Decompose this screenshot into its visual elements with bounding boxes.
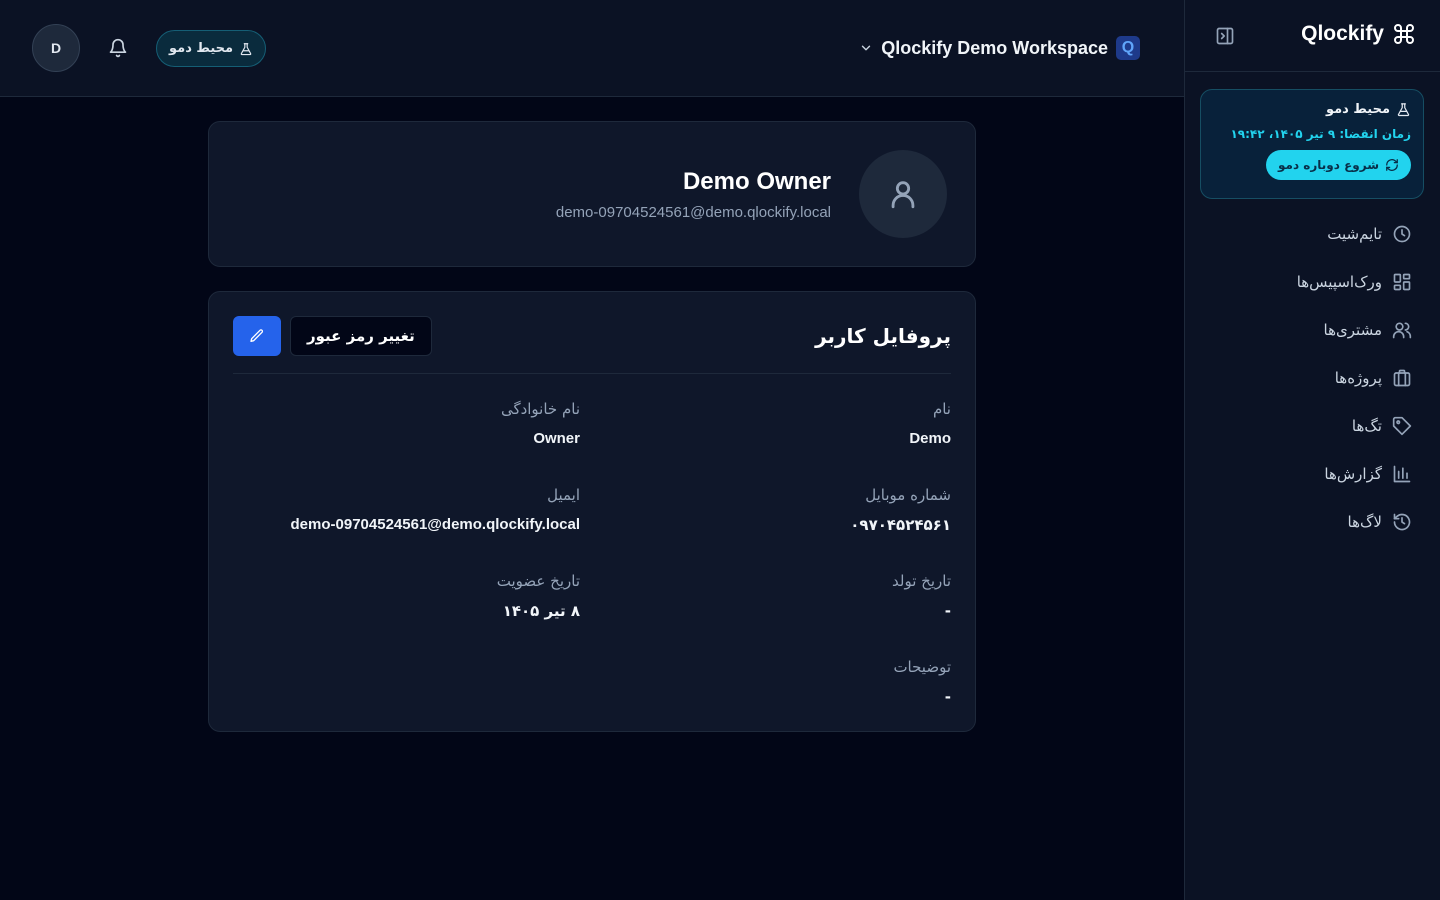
avatar[interactable]: D (32, 24, 80, 72)
users-icon (1392, 320, 1412, 340)
clock-icon (1392, 224, 1412, 244)
field-label: توضیحات (893, 658, 951, 676)
user-summary-card: Demo Owner demo-09704524561@demo.qlockif… (208, 121, 976, 267)
demo-environment-card: محیط دمو زمان انقضا: ۹ تیر ۱۴۰۵، ۱۹:۴۲ ش… (1200, 89, 1424, 199)
user-name: Demo Owner (682, 168, 831, 195)
workspace-switcher[interactable]: Qlockify Demo Workspace Q (859, 36, 1140, 60)
user-email: demo-09704524561@demo.qlockify.local (555, 204, 831, 221)
field-notes: توضیحات - (611, 658, 951, 706)
bar-chart-icon (1392, 464, 1412, 484)
field-value: Owner (533, 430, 580, 447)
demo-pill-label: محیط دمو (169, 41, 234, 56)
field-label: شماره موبایل (865, 486, 951, 504)
user-avatar (859, 150, 947, 238)
restart-demo-button[interactable]: شروع دوباره دمو (1265, 150, 1411, 180)
field-last-name: نام خانوادگی Owner (240, 400, 580, 447)
edit-profile-button[interactable] (233, 316, 281, 356)
bell-icon[interactable] (108, 38, 128, 58)
sidebar-item-label: پروژه‌ها (1334, 369, 1382, 387)
field-first-name: نام Demo (611, 400, 951, 447)
chevron-down-icon (859, 41, 873, 55)
divider (233, 373, 951, 374)
pencil-icon (249, 328, 265, 344)
change-password-button[interactable]: تغییر رمز عبور (290, 316, 432, 356)
sidebar: Qlockify محیط دمو زمان انقضا: ۹ تیر ۱۴۰۵… (1184, 0, 1440, 900)
grid-icon (1392, 272, 1412, 292)
sidebar-item-tags[interactable]: تگ‌ها (1184, 402, 1440, 450)
sidebar-item-label: تایم‌شیت (1327, 225, 1382, 243)
sidebar-item-label: لاگ‌ها (1347, 513, 1382, 531)
brand-name: Qlockify (1301, 22, 1384, 45)
demo-card-title: محیط دمو (1213, 102, 1411, 117)
page-title: پروفایل کاربر (815, 324, 951, 348)
sidebar-collapse-icon[interactable] (1215, 26, 1235, 46)
field-value: - (944, 688, 951, 706)
field-label: نام خانوادگی (500, 400, 580, 418)
sidebar-item-label: گزارش‌ها (1324, 465, 1382, 483)
field-join-date: تاریخ عضویت ۸ تیر ۱۴۰۵ (240, 572, 580, 620)
flask-icon (1396, 102, 1411, 117)
field-email: ایمیل demo-09704524561@demo.qlockify.loc… (240, 486, 580, 533)
field-value: - (944, 602, 951, 620)
sidebar-item-timesheet[interactable]: تایم‌شیت (1184, 210, 1440, 258)
sidebar-item-reports[interactable]: گزارش‌ها (1184, 450, 1440, 498)
user-icon (886, 177, 920, 211)
field-value: demo-09704524561@demo.qlockify.local (290, 516, 580, 533)
demo-expiry-text: زمان انقضا: ۹ تیر ۱۴۰۵، ۱۹:۴۲ (1230, 127, 1411, 141)
sidebar-item-label: ورک‌اسپیس‌ها (1296, 273, 1382, 291)
field-label: تاریخ عضویت (496, 572, 580, 590)
user-profile-card: پروفایل کاربر تغییر رمز عبور نام Demo نا… (208, 291, 976, 732)
command-icon (1392, 22, 1416, 46)
sidebar-item-workspaces[interactable]: ورک‌اسپیس‌ها (1184, 258, 1440, 306)
restart-demo-label: شروع دوباره دمو (1277, 158, 1379, 172)
top-header: D محیط دمو Qlockify Demo Workspace Q (0, 0, 1184, 97)
sidebar-item-label: مشتری‌ها (1323, 321, 1382, 339)
sidebar-item-clients[interactable]: مشتری‌ها (1184, 306, 1440, 354)
field-label: تاریخ تولد (892, 572, 951, 590)
briefcase-icon (1392, 368, 1412, 388)
tag-icon (1392, 416, 1412, 436)
workspace-name: Qlockify Demo Workspace (881, 37, 1108, 58)
workspace-badge: Q (1116, 36, 1140, 60)
demo-card-title-text: محیط دمو (1325, 102, 1390, 117)
field-birthdate: تاریخ تولد - (611, 572, 951, 620)
refresh-icon (1385, 158, 1399, 172)
sidebar-nav: تایم‌شیت ورک‌اسپیس‌ها مشتری‌ها پروژه‌ها … (1184, 210, 1440, 546)
brand-logo[interactable]: Qlockify (1301, 22, 1416, 46)
field-value: ۰۹۷۰۴۵۲۴۵۶۱ (850, 516, 951, 534)
sidebar-item-projects[interactable]: پروژه‌ها (1184, 354, 1440, 402)
field-mobile: شماره موبایل ۰۹۷۰۴۵۲۴۵۶۱ (611, 486, 951, 534)
field-value: Demo (909, 430, 951, 447)
flask-icon (239, 42, 253, 56)
sidebar-item-logs[interactable]: لاگ‌ها (1184, 498, 1440, 546)
history-icon (1392, 512, 1412, 532)
demo-environment-pill[interactable]: محیط دمو (156, 30, 267, 67)
sidebar-item-label: تگ‌ها (1351, 417, 1382, 435)
field-value: ۸ تیر ۱۴۰۵ (502, 602, 580, 620)
field-label: ایمیل (547, 486, 580, 504)
sidebar-header: Qlockify (1185, 0, 1440, 72)
field-label: نام (932, 400, 951, 418)
